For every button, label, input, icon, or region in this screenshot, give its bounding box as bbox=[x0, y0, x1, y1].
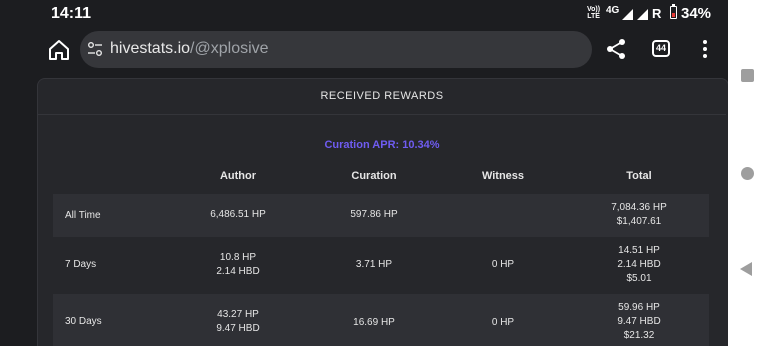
roaming-indicator: R bbox=[652, 6, 662, 21]
curation-cell: 3.71 HP bbox=[314, 258, 434, 272]
cell-value: 16.69 HP bbox=[353, 317, 395, 328]
home-nav-icon[interactable] bbox=[741, 167, 754, 180]
more-vert-icon[interactable] bbox=[701, 40, 709, 58]
battery-icon bbox=[670, 6, 677, 19]
cell-value: 10.8 HP bbox=[219, 252, 257, 263]
cell-value: 2.14 HBD bbox=[617, 259, 661, 270]
volte-icon: Vo)) LTE bbox=[587, 6, 600, 20]
witness-cell: 0 HP bbox=[443, 258, 563, 272]
author-cell: 43.27 HP 9.47 HBD bbox=[178, 308, 298, 336]
row-label: All Time bbox=[65, 210, 101, 221]
tabs-icon[interactable]: 44 bbox=[652, 40, 670, 57]
cell-value: $5.01 bbox=[626, 273, 652, 284]
cell-value: 2.14 HBD bbox=[216, 266, 260, 277]
cell-value: 0 HP bbox=[491, 317, 515, 328]
network-type: 4G bbox=[606, 5, 620, 16]
battery-percent: 34% bbox=[681, 5, 712, 22]
cell-value: 597.86 HP bbox=[350, 209, 398, 220]
row-label: 7 Days bbox=[65, 259, 97, 270]
status-bar: 14:11 Vo)) LTE 4G R 34% bbox=[0, 0, 728, 28]
total-cell: 14.51 HP 2.14 HBD $5.01 bbox=[579, 244, 699, 286]
cell-value: 9.47 HBD bbox=[216, 323, 260, 334]
url-text[interactable]: hivestats.io/@xplosive bbox=[110, 40, 269, 58]
status-time: 14:11 bbox=[51, 5, 92, 22]
phone-screen: 14:11 Vo)) LTE 4G R 34% hivestats.io/@xpl… bbox=[0, 0, 728, 346]
total-cell: 7,084.36 HP $1,407.61 bbox=[579, 201, 699, 229]
signal-icon bbox=[622, 9, 633, 20]
overview-icon[interactable] bbox=[741, 69, 754, 82]
signal-icon bbox=[637, 9, 648, 20]
tune-icon[interactable] bbox=[87, 41, 103, 57]
url-path: /@xplosive bbox=[190, 40, 269, 57]
cell-value: 6,486.51 HP bbox=[210, 209, 266, 220]
cell-value: $1,407.61 bbox=[616, 216, 662, 227]
cell-value: 7,084.36 HP bbox=[611, 202, 667, 213]
cell-value: 0 HP bbox=[491, 259, 515, 270]
header-witness: Witness bbox=[481, 170, 525, 182]
cell-value: 9.47 HBD bbox=[617, 316, 661, 327]
header-curation: Curation bbox=[351, 170, 397, 182]
cell-value: $21.32 bbox=[623, 330, 655, 341]
cell-value: 59.96 HP bbox=[618, 302, 660, 313]
share-icon[interactable] bbox=[605, 38, 627, 60]
home-icon[interactable] bbox=[47, 38, 71, 62]
row-label: 30 Days bbox=[65, 316, 102, 327]
witness-cell: 0 HP bbox=[443, 316, 563, 330]
curation-cell: 597.86 HP bbox=[314, 208, 434, 222]
volte-bottom: LTE bbox=[587, 13, 600, 20]
cell-value: 3.71 HP bbox=[355, 259, 393, 270]
back-icon[interactable] bbox=[740, 262, 752, 276]
battery-level bbox=[672, 13, 675, 17]
author-cell: 6,486.51 HP bbox=[178, 208, 298, 222]
header-total: Total bbox=[626, 170, 652, 182]
card-title: RECEIVED REWARDS bbox=[320, 90, 444, 102]
author-cell: 10.8 HP 2.14 HBD bbox=[178, 251, 298, 279]
total-cell: 59.96 HP 9.47 HBD $21.32 bbox=[579, 301, 699, 343]
header-author: Author bbox=[219, 170, 257, 182]
curation-apr: Curation APR: 10.34% bbox=[324, 139, 440, 151]
volte-top: Vo)) bbox=[587, 6, 601, 13]
curation-cell: 16.69 HP bbox=[314, 316, 434, 330]
url-domain: hivestats.io bbox=[110, 40, 191, 57]
card-divider bbox=[38, 114, 726, 115]
cell-value: 43.27 HP bbox=[217, 309, 259, 320]
cell-value: 14.51 HP bbox=[618, 245, 660, 256]
